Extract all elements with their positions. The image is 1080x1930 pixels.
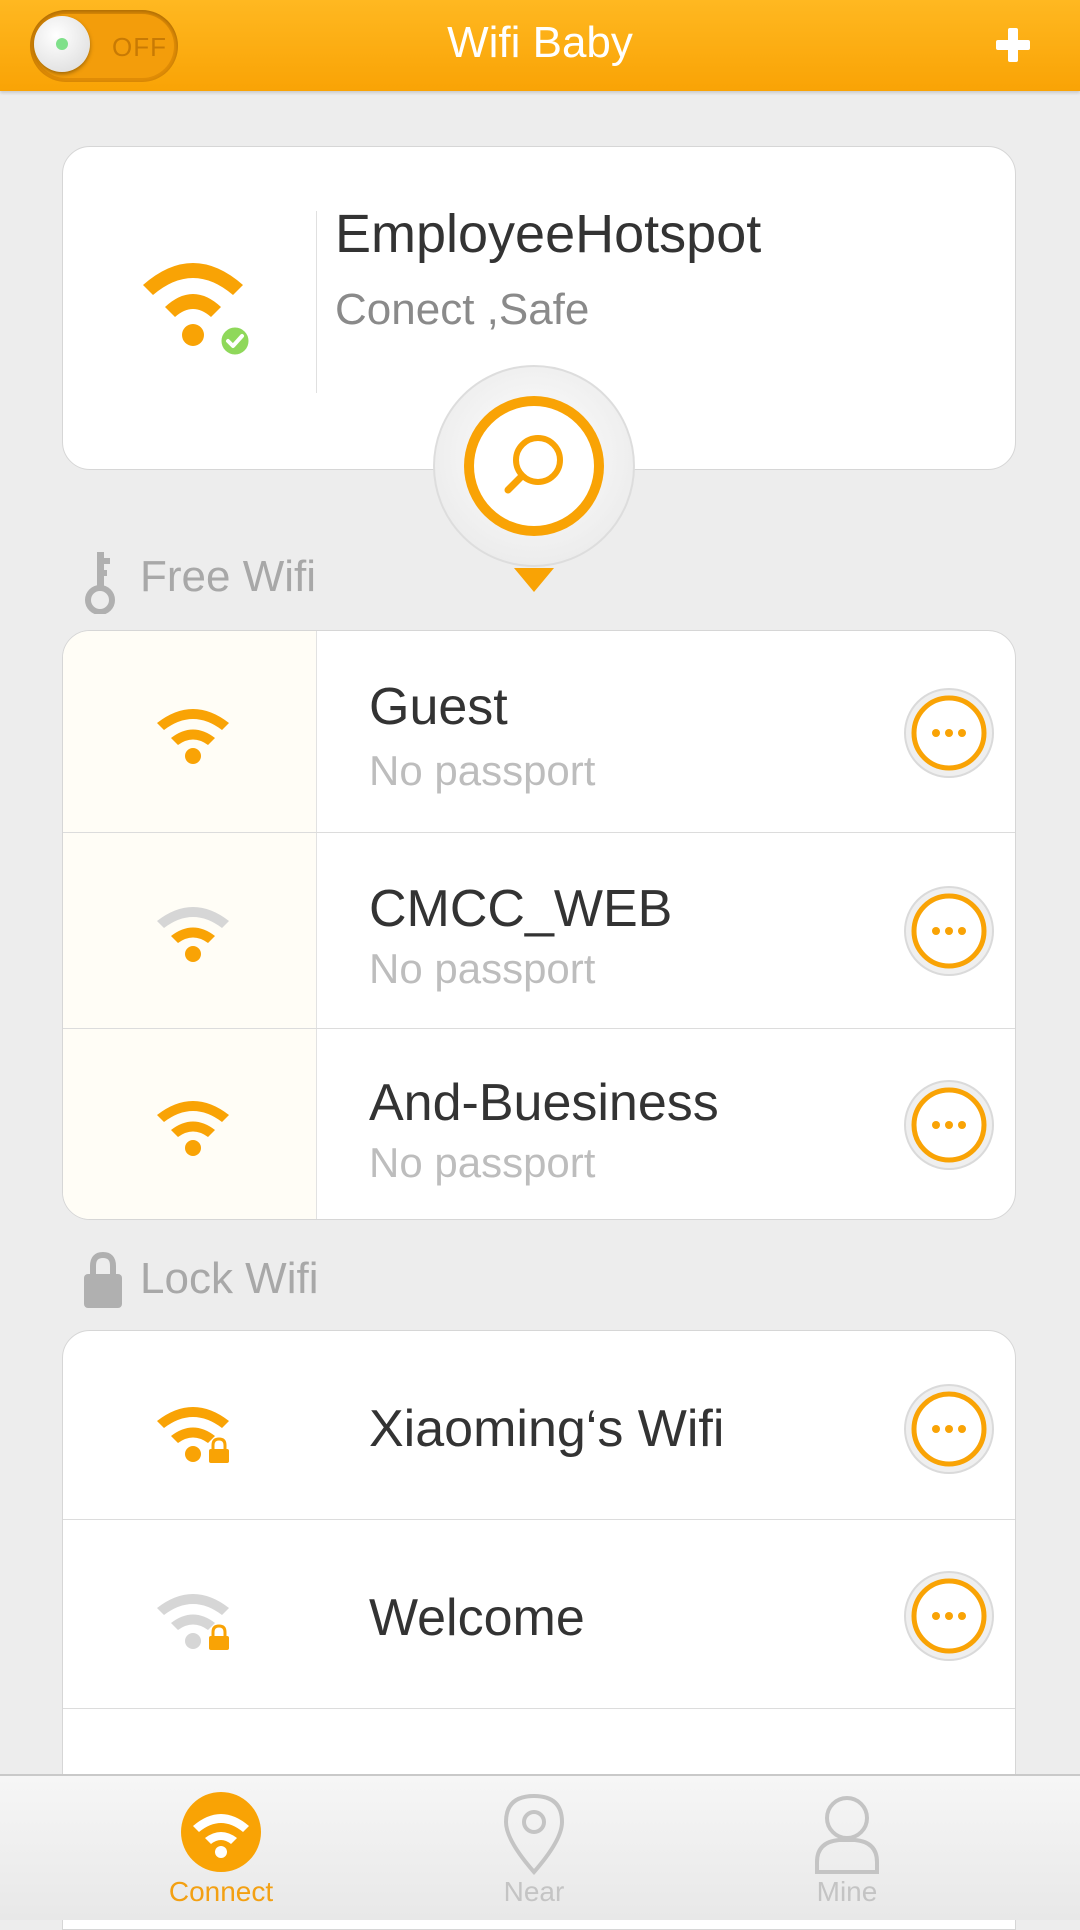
free-wifi-list: Guest No passport CMCC_WEB No passport A… <box>62 630 1016 1220</box>
lock-wifi-heading: Lock Wifi <box>140 1254 319 1303</box>
search-icon <box>433 365 635 592</box>
network-name: CMCC_WEB <box>369 880 673 938</box>
signal-cell <box>63 1029 317 1219</box>
card-divider <box>316 211 317 393</box>
bottom-tab-bar: Connect Near Mine <box>0 1774 1080 1920</box>
app-header: OFF Wifi Baby <box>0 0 1080 91</box>
wifi-icon <box>181 1792 261 1872</box>
user-icon <box>815 1796 879 1874</box>
signal-cell <box>63 631 317 832</box>
current-network-status: Conect ,Safe <box>335 285 590 334</box>
network-name: Guest <box>369 678 508 736</box>
list-item[interactable]: Xiaoming‘s Wifi <box>63 1331 1015 1520</box>
more-options-icon[interactable] <box>903 885 995 977</box>
free-wifi-heading: Free Wifi <box>140 552 316 601</box>
app-title: Wifi Baby <box>447 18 633 67</box>
list-item[interactable]: Welcome <box>63 1520 1015 1709</box>
add-button[interactable] <box>990 22 1036 68</box>
more-options-icon[interactable] <box>903 1570 995 1662</box>
key-icon <box>85 552 115 614</box>
wifi-strong-icon <box>157 1101 229 1156</box>
more-options-icon[interactable] <box>903 1383 995 1475</box>
network-name: Xiaoming‘s Wifi <box>369 1400 725 1458</box>
tab-label: Near <box>503 1876 565 1907</box>
current-network-name: EmployeeHotspot <box>335 204 762 264</box>
wifi-weak-icon <box>157 907 229 962</box>
signal-cell <box>63 833 317 1028</box>
tab-near[interactable]: Near <box>434 1776 634 1922</box>
more-options-icon[interactable] <box>903 1079 995 1171</box>
wifi-locked-strong-icon <box>157 1407 229 1463</box>
plus-icon <box>996 28 1030 62</box>
more-options-icon[interactable] <box>903 687 995 779</box>
list-item[interactable]: And-Buesiness No passport <box>63 1029 1015 1219</box>
network-name: Welcome <box>369 1589 585 1647</box>
network-subtitle: No passport <box>369 1139 596 1186</box>
wifi-connected-icon <box>143 263 252 357</box>
lock-icon <box>84 1252 122 1308</box>
tab-mine[interactable]: Mine <box>747 1776 947 1922</box>
wifi-locked-weak-icon <box>157 1594 229 1650</box>
list-item[interactable]: CMCC_WEB No passport <box>63 833 1015 1029</box>
location-pin-icon <box>503 1793 565 1876</box>
tab-label: Connect <box>168 1876 274 1907</box>
tab-connect[interactable]: Connect <box>121 1776 321 1922</box>
network-name: And-Buesiness <box>369 1074 719 1132</box>
search-button[interactable] <box>430 362 638 598</box>
wifi-strong-icon <box>157 709 229 764</box>
list-item[interactable]: Guest No passport <box>63 631 1015 833</box>
network-subtitle: No passport <box>369 945 596 992</box>
tab-label: Mine <box>816 1876 878 1907</box>
network-subtitle: No passport <box>369 747 596 794</box>
